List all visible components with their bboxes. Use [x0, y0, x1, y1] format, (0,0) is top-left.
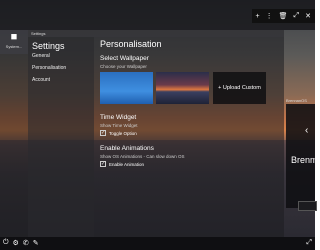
top-controls: + ⋮ 🗑 ⤢ ✕ — [251, 9, 315, 23]
sidebar-item-personalisation[interactable]: Personalisation — [32, 65, 66, 71]
side-panel-small-title: BrennanOS — [286, 98, 307, 103]
sidebar-title: Settings — [32, 41, 65, 51]
expand-icon[interactable]: ⤢ — [306, 239, 312, 247]
taskbar-icons: ⏻ ⚙ ✆ ✎ — [3, 239, 39, 247]
sidebar-item-account[interactable]: Account — [32, 77, 50, 83]
power-icon[interactable]: ⏻ — [3, 239, 9, 247]
animations-heading: Enable Animations — [100, 145, 154, 152]
close-icon[interactable]: ✕ — [305, 12, 311, 20]
settings-window: Settings Settings General Personalisatio… — [28, 30, 284, 238]
time-widget-heading: Time Widget — [100, 114, 137, 121]
settings-icon[interactable]: ⚙ — [13, 239, 19, 247]
wallpaper-heading: Select Wallpaper — [100, 55, 149, 62]
app-dock: ■ System... — [0, 30, 28, 237]
time-widget-subtext: Show Time Widget — [100, 123, 138, 128]
edit-icon[interactable]: ✎ — [33, 239, 39, 247]
folder-icon: ■ — [10, 31, 18, 43]
animations-subtext: Show OS Animations - Can slow down OS — [100, 154, 185, 159]
time-widget-toggle-label: Toggle Option — [109, 131, 137, 136]
dock-app-label: System... — [5, 44, 23, 49]
dock-app-system[interactable]: ■ System... — [0, 30, 28, 54]
settings-sidebar: Settings General Personalisation Account — [28, 37, 94, 238]
add-icon[interactable]: + — [256, 13, 260, 20]
time-widget-checkbox[interactable]: ✓ — [100, 130, 106, 136]
animations-checkbox[interactable]: ✓ — [100, 161, 106, 167]
phone-icon[interactable]: ✆ — [23, 239, 29, 247]
fullscreen-icon[interactable]: ⤢ — [294, 12, 300, 20]
side-panel-button[interactable] — [298, 201, 317, 211]
animations-toggle-label: Enable Animation — [109, 162, 145, 167]
taskbar: ⏻ ⚙ ✆ ✎ ⤢ — [0, 237, 315, 250]
upload-custom-button[interactable]: + Upload Custom — [213, 72, 266, 104]
page-title: Personalisation — [100, 39, 162, 49]
wallpaper-option-sunset[interactable] — [156, 72, 209, 104]
wallpaper-option-blue[interactable] — [100, 72, 153, 104]
window-titlebar[interactable]: Settings — [28, 30, 284, 37]
sidebar-item-general[interactable]: General — [32, 53, 50, 59]
trash-icon[interactable]: 🗑 — [279, 12, 288, 20]
more-icon[interactable]: ⋮ — [266, 12, 273, 20]
wallpaper-subtext: Choose your Wallpaper — [100, 64, 147, 69]
chevron-left-icon[interactable]: ‹ — [305, 126, 315, 136]
side-panel-brand: Brenm — [291, 155, 318, 165]
top-bar: + ⋮ 🗑 ⤢ ✕ — [0, 0, 315, 30]
